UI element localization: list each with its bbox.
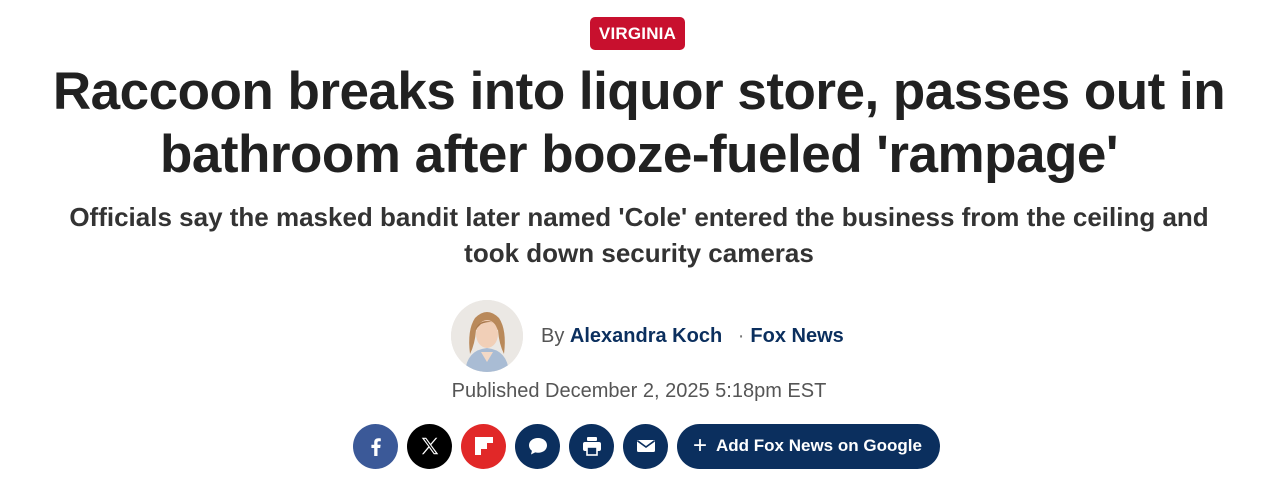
category-badge[interactable]: VIRGINIA	[590, 17, 685, 50]
published-date: Published December 2, 2025 5:18pm EST	[451, 380, 827, 402]
print-button[interactable]	[569, 423, 614, 469]
facebook-icon	[370, 438, 381, 456]
author-row: By Alexandra Koch · Fox News	[451, 300, 844, 372]
byline-prefix: By	[541, 324, 565, 347]
outlet-link[interactable]: Fox News	[750, 325, 843, 347]
headline: Raccoon breaks into liquor store, passes…	[52, 62, 1226, 184]
print-icon	[582, 437, 601, 456]
byline: By Alexandra Koch · Fox News	[541, 325, 844, 348]
subheadline: Officials say the masked bandit later na…	[69, 202, 1209, 268]
email-icon	[636, 440, 655, 452]
google-button-label: Add Fox News on Google	[716, 436, 922, 455]
article-header: VIRGINIA Raccoon breaks into liquor stor…	[0, 0, 1278, 489]
share-toolbar: + Add Fox News on Google	[353, 423, 940, 469]
x-share-button[interactable]	[407, 423, 452, 469]
plus-icon: +	[693, 432, 708, 459]
byline-separator: ·	[737, 324, 745, 347]
author-avatar[interactable]	[451, 300, 523, 372]
comments-button[interactable]	[515, 423, 560, 469]
facebook-share-button[interactable]	[353, 423, 398, 469]
add-fox-news-on-google-button[interactable]: + Add Fox News on Google	[677, 423, 940, 469]
author-photo	[451, 300, 523, 372]
flipboard-share-button[interactable]	[461, 423, 506, 469]
email-share-button[interactable]	[623, 423, 668, 469]
x-icon	[421, 437, 438, 455]
author-link[interactable]: Alexandra Koch	[570, 325, 722, 347]
flipboard-icon	[474, 437, 493, 455]
comment-icon	[528, 438, 547, 455]
